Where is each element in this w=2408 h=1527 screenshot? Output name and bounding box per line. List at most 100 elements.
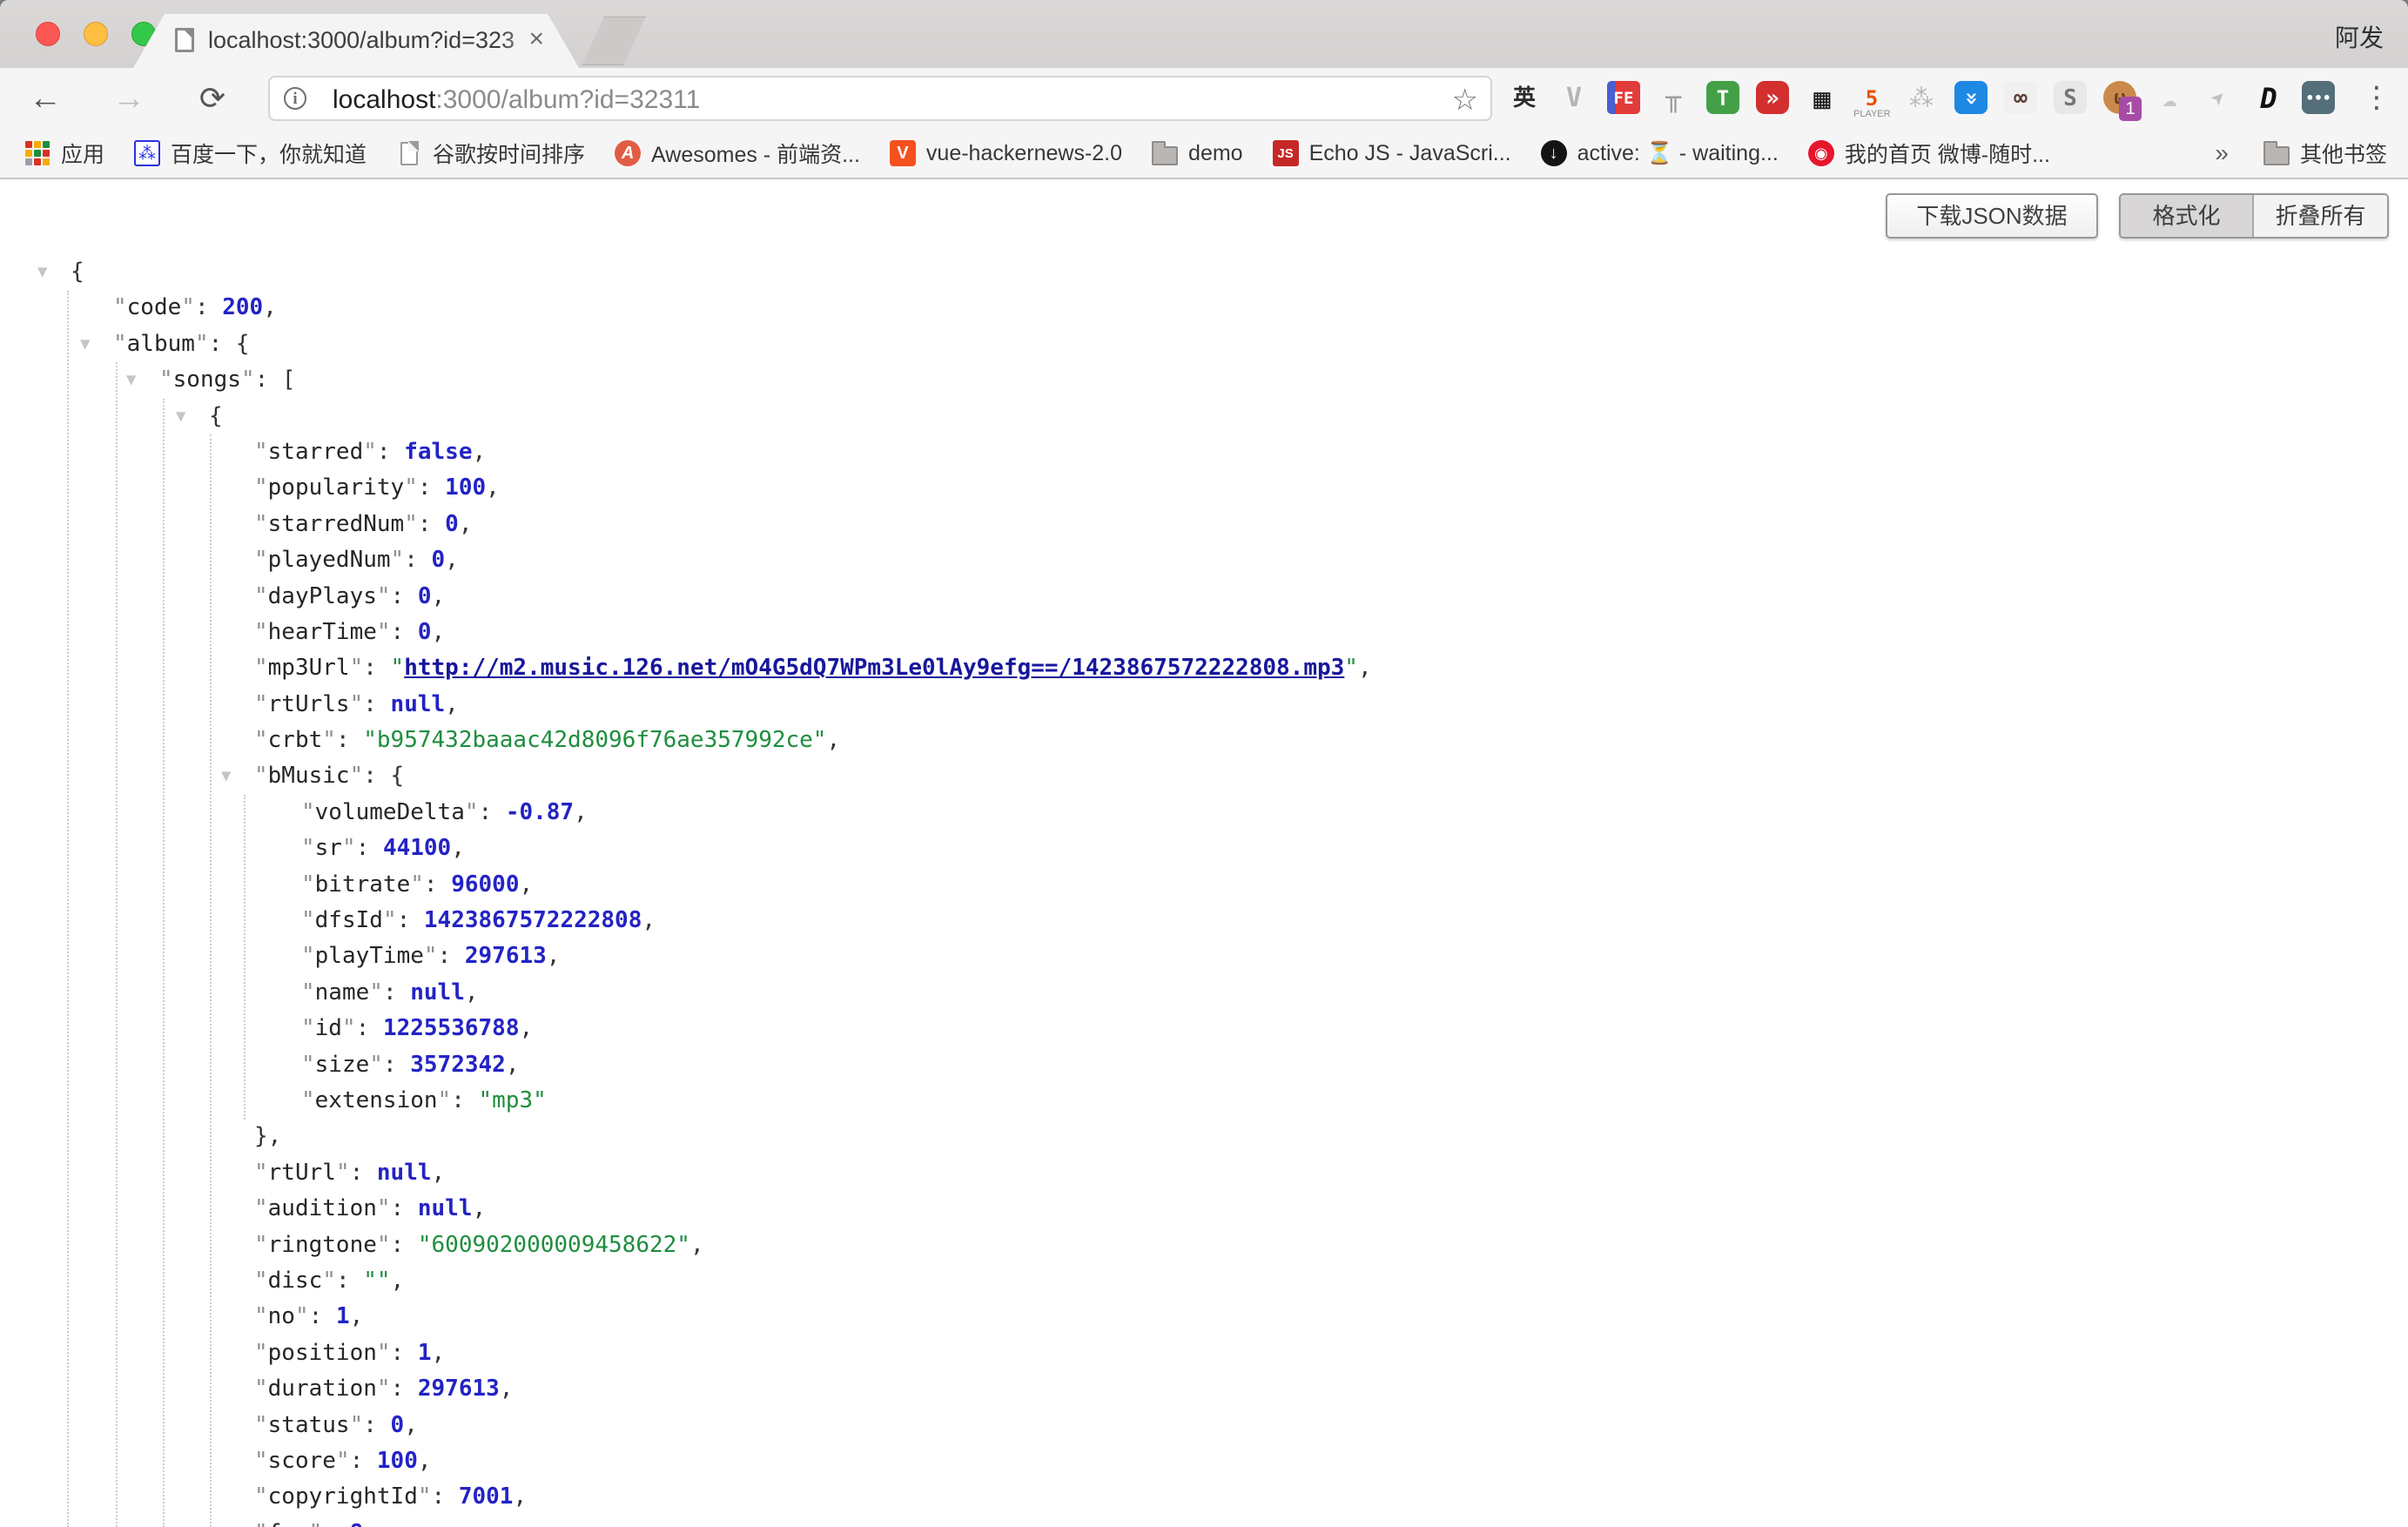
download-json-button[interactable]: 下载JSON数据: [1886, 193, 2098, 239]
json-key: album: [127, 331, 195, 357]
json-value: -0.87: [506, 799, 574, 825]
s-extension-icon[interactable]: S: [2052, 77, 2089, 119]
dark-d-icon[interactable]: D: [2250, 77, 2287, 119]
json-value: false: [404, 439, 472, 465]
profile-name[interactable]: 阿发: [2335, 19, 2384, 54]
json-key: dfsId: [315, 907, 383, 933]
monkey-icon[interactable]: ω1: [2102, 77, 2138, 119]
json-key: volumeDelta: [315, 799, 465, 825]
tampermonkey-icon[interactable]: T: [1705, 77, 1741, 119]
weibo-gray-icon[interactable]: ☁: [2151, 77, 2188, 119]
json-line: "rtUrl": null,: [0, 1155, 2408, 1191]
bookmark-awesomes[interactable]: A Awesomes - 前端资...: [615, 138, 860, 169]
bookmark-vue-hackernews[interactable]: Vvue-hackernews-2.0: [890, 140, 1122, 166]
json-key: hearTime: [268, 619, 377, 645]
url-text[interactable]: localhost:3000/album?id=32311: [333, 85, 700, 115]
window-minimize-button[interactable]: [84, 22, 108, 46]
bookmark-active-waiting[interactable]: ↓active: ⏳ - waiting...: [1541, 140, 1779, 166]
bookmarks-overflow-icon[interactable]: »: [2215, 139, 2229, 167]
json-key: crbt: [268, 727, 323, 753]
bookmark-label: Awesomes - 前端资...: [651, 138, 860, 169]
json-value: 200: [222, 294, 263, 320]
json-key: size: [315, 1052, 370, 1078]
bookmark-apps[interactable]: 应用: [24, 138, 104, 169]
json-brace: {: [236, 331, 250, 357]
mask-proxy-icon[interactable]: ∞: [2002, 77, 2039, 119]
json-key: sr: [315, 835, 342, 861]
json-key: bitrate: [315, 871, 411, 898]
json-value: null: [410, 979, 465, 1006]
reload-icon[interactable]: ⟳: [190, 77, 235, 120]
json-line: "fee": 8,: [0, 1516, 2408, 1527]
json-line: "popularity": 100,: [0, 470, 2408, 506]
json-line: ▼{: [0, 399, 2408, 434]
json-string-value: "b957432baaac42d8096f76ae357992ce": [363, 727, 826, 753]
format-button[interactable]: 格式化: [2121, 195, 2254, 237]
json-viewer: ▼{"code": 200,▼"album": {▼"songs": [▼{"s…: [0, 254, 2408, 1527]
json-key: id: [315, 1015, 342, 1041]
back-icon[interactable]: ←: [23, 77, 68, 120]
forward-icon[interactable]: →: [106, 77, 151, 120]
qr-code-icon[interactable]: ▦: [1804, 77, 1840, 119]
json-value: 8: [350, 1520, 364, 1527]
json-value: null: [377, 1160, 432, 1186]
translate-icon[interactable]: 英: [1506, 77, 1543, 119]
chrome-menu-icon[interactable]: ⋮: [2361, 80, 2392, 115]
json-key: extension: [315, 1087, 438, 1113]
bookmark-label: 谷歌按时间排序: [433, 138, 585, 169]
json-key: mp3Url: [268, 655, 350, 681]
sitemap-icon[interactable]: ╥: [1655, 77, 1692, 119]
json-value: 297613: [465, 943, 547, 969]
json-line: "disc": "",: [0, 1263, 2408, 1299]
site-info-icon[interactable]: i: [284, 87, 306, 110]
new-tab-button[interactable]: [582, 17, 646, 65]
collapse-triangle-icon[interactable]: ▼: [80, 326, 90, 362]
json-line: "sr": 44100,: [0, 831, 2408, 866]
json-key: name: [315, 979, 370, 1006]
bookmark-google-sorted[interactable]: 谷歌按时间排序: [396, 138, 585, 169]
json-line: "no": 1,: [0, 1299, 2408, 1335]
json-key: rtUrl: [268, 1160, 336, 1186]
window-close-button[interactable]: [36, 22, 60, 46]
url-path: :3000/album?id=32311: [435, 85, 700, 114]
json-line: "position": 1,: [0, 1335, 2408, 1371]
other-bookmarks-folder[interactable]: 其他书签: [2263, 138, 2387, 169]
tab-close-icon[interactable]: ×: [528, 24, 544, 54]
collapse-triangle-icon[interactable]: ▼: [221, 758, 231, 794]
collapse-triangle-icon[interactable]: ▼: [37, 254, 47, 290]
bookmark-echo-js[interactable]: JSEcho JS - JavaScri...: [1273, 140, 1511, 166]
json-link-value[interactable]: http://m2.music.126.net/mO4G5dQ7WPm3Le0l…: [404, 655, 1344, 681]
bookmark-star-icon[interactable]: ☆: [1452, 83, 1478, 118]
json-line: "score": 100,: [0, 1443, 2408, 1479]
json-line: "volumeDelta": -0.87,: [0, 795, 2408, 831]
vetur-icon[interactable]: «: [1953, 77, 1989, 119]
json-line: },: [0, 1119, 2408, 1154]
paw-icon[interactable]: ⁂: [1903, 77, 1940, 119]
password-dots-icon[interactable]: •••: [2300, 77, 2337, 119]
bookmark-demo-folder[interactable]: demo: [1152, 140, 1243, 166]
json-value: 96000: [451, 871, 519, 898]
json-key: copyrightId: [268, 1483, 418, 1510]
hummingbird-icon[interactable]: ➤: [2201, 77, 2237, 119]
json-line: "dfsId": 1423867572222808,: [0, 903, 2408, 938]
active-tab[interactable]: localhost:3000/album?id=323 ×: [133, 14, 579, 68]
collapse-all-button[interactable]: 折叠所有: [2254, 195, 2387, 237]
json-key: playTime: [315, 943, 424, 969]
json-value: 44100: [383, 835, 451, 861]
bookmark-label: 百度一下，你就知道: [171, 138, 367, 169]
fe-toolbox-icon[interactable]: FE: [1605, 77, 1642, 119]
json-key: duration: [268, 1376, 377, 1402]
html5-player-icon[interactable]: 5PLAYER: [1853, 77, 1890, 119]
collapse-triangle-icon[interactable]: ▼: [126, 362, 136, 398]
collapse-triangle-icon[interactable]: ▼: [176, 399, 185, 434]
apps-icon: [24, 140, 50, 166]
bookmark-weibo-home[interactable]: ◉我的首页 微博-随时...: [1808, 138, 2050, 169]
json-key: ringtone: [268, 1232, 377, 1258]
bookmark-baidu[interactable]: ⁂百度一下，你就知道: [134, 138, 367, 169]
json-key: position: [268, 1340, 377, 1366]
fast-forward-icon[interactable]: »: [1754, 77, 1791, 119]
vue-devtools-icon[interactable]: V: [1556, 77, 1592, 119]
address-bar[interactable]: i localhost:3000/album?id=32311 ☆: [268, 76, 1492, 121]
awesomes-icon: A: [615, 140, 641, 166]
json-line: "playTime": 297613,: [0, 938, 2408, 974]
